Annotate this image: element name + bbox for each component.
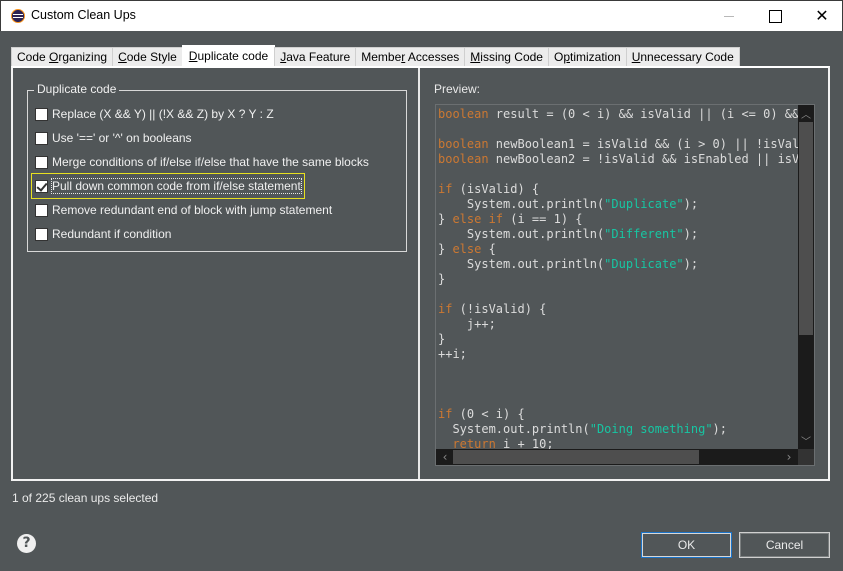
tab-bar: Code Organizing Code Style Duplicate code J…	[11, 45, 740, 67]
tab-duplicate-code[interactable]: Duplicate code	[181, 45, 276, 67]
code-line: boolean result = (0 < i) && isValid || (…	[438, 107, 798, 121]
option-label[interactable]: Merge conditions of if/else if/else that…	[52, 155, 369, 169]
duplicate-code-group: Duplicate code Replace (X && Y) || (!X &…	[27, 82, 407, 252]
tab-missing-code[interactable]: Missing Code	[464, 47, 549, 67]
option-label[interactable]: Replace (X && Y) || (!X && Z) by X ? Y :…	[52, 107, 274, 121]
option-checkbox[interactable]	[35, 107, 48, 121]
option-row[interactable]: Pull down common code from if/else state…	[31, 173, 305, 199]
option-row[interactable]: Use '==' or '^' on booleans	[35, 129, 192, 147]
option-checkbox[interactable]	[35, 179, 48, 193]
ok-button[interactable]: OK	[641, 532, 732, 558]
options-pane: Duplicate code Replace (X && Y) || (!X &…	[13, 68, 418, 479]
vertical-scroll-thumb[interactable]	[799, 122, 813, 335]
code-line: boolean newBoolean1 = isValid && (i > 0)…	[438, 137, 798, 151]
cancel-button[interactable]: Cancel	[739, 532, 830, 558]
tab-content: Duplicate code Replace (X && Y) || (!X &…	[11, 66, 830, 481]
tab-optimization[interactable]: Optimization	[547, 47, 627, 67]
code-line: if (!isValid) {	[438, 302, 547, 316]
scrollbar-corner	[798, 449, 814, 465]
option-row[interactable]: Replace (X && Y) || (!X && Z) by X ? Y :…	[35, 105, 274, 123]
maximize-button[interactable]	[753, 1, 799, 31]
tab-code-style[interactable]: Code Style	[112, 47, 183, 67]
group-title: Duplicate code	[34, 82, 120, 96]
tab-member-accesses[interactable]: Member Accesses	[355, 47, 466, 67]
code-line: ++i;	[438, 347, 467, 361]
code-line: }	[438, 272, 446, 286]
scroll-down-icon[interactable]: ﹀	[798, 433, 814, 448]
option-row[interactable]: Merge conditions of if/else if/else that…	[35, 153, 369, 171]
eclipse-app-icon	[11, 9, 25, 23]
preview-editor[interactable]: boolean result = (0 < i) && isValid || (…	[435, 104, 815, 466]
option-label[interactable]: Use '==' or '^' on booleans	[52, 131, 192, 145]
option-checkbox[interactable]	[35, 131, 48, 145]
preview-label: Preview:	[434, 82, 481, 96]
scroll-up-icon[interactable]: ︿	[798, 106, 814, 121]
window-title: Custom Clean Ups	[31, 8, 136, 22]
code-line: System.out.println("Doing something");	[438, 422, 727, 436]
minimize-button[interactable]	[707, 1, 753, 31]
code-line: }	[438, 332, 446, 346]
tab-java-feature[interactable]: Java Feature	[274, 47, 357, 67]
preview-pane: Preview: boolean result = (0 < i) && isV…	[420, 68, 828, 479]
help-icon[interactable]: ?	[17, 534, 36, 553]
title-bar: Custom Clean Ups ✕	[0, 0, 843, 31]
selection-status: 1 of 225 clean ups selected	[12, 491, 159, 505]
option-row[interactable]: Redundant if condition	[35, 225, 171, 243]
horizontal-scrollbar[interactable]: ‹ ›	[436, 449, 798, 465]
code-line: System.out.println("Duplicate");	[438, 197, 699, 211]
code-line: System.out.println("Duplicate");	[438, 257, 699, 271]
code-line: j++;	[438, 317, 496, 331]
vertical-scrollbar[interactable]: ︿ ﹀	[798, 105, 814, 449]
option-checkbox[interactable]	[35, 203, 48, 217]
option-row[interactable]: Remove redundant end of block with jump …	[35, 201, 332, 219]
preview-code: boolean result = (0 < i) && isValid || (…	[438, 107, 798, 449]
code-line: boolean newBoolean2 = !isValid && isEnab…	[438, 152, 798, 166]
tab-code-organizing[interactable]: Code Organizing	[11, 47, 114, 67]
scroll-left-icon[interactable]: ‹	[437, 450, 453, 464]
option-checkbox[interactable]	[35, 227, 48, 241]
code-line: return i + 10;	[452, 437, 554, 449]
tab-folder: Code Organizing Code Style Duplicate code J…	[11, 45, 830, 481]
code-line: } else {	[438, 242, 496, 256]
code-line: } else if (i == 1) {	[438, 212, 583, 226]
code-line: if (isValid) {	[438, 182, 540, 196]
option-label[interactable]: Remove redundant end of block with jump …	[52, 203, 332, 217]
option-checkbox[interactable]	[35, 155, 48, 169]
code-line: System.out.println("Different");	[438, 227, 699, 241]
option-label[interactable]: Redundant if condition	[52, 227, 171, 241]
option-label[interactable]: Pull down common code from if/else state…	[51, 178, 302, 194]
code-line: if (0 < i) {	[438, 407, 525, 421]
close-button[interactable]: ✕	[799, 1, 843, 31]
scroll-right-icon[interactable]: ›	[781, 450, 797, 464]
tab-unnecessary-code[interactable]: Unnecessary Code	[625, 47, 740, 67]
horizontal-scroll-thumb[interactable]	[453, 450, 699, 464]
